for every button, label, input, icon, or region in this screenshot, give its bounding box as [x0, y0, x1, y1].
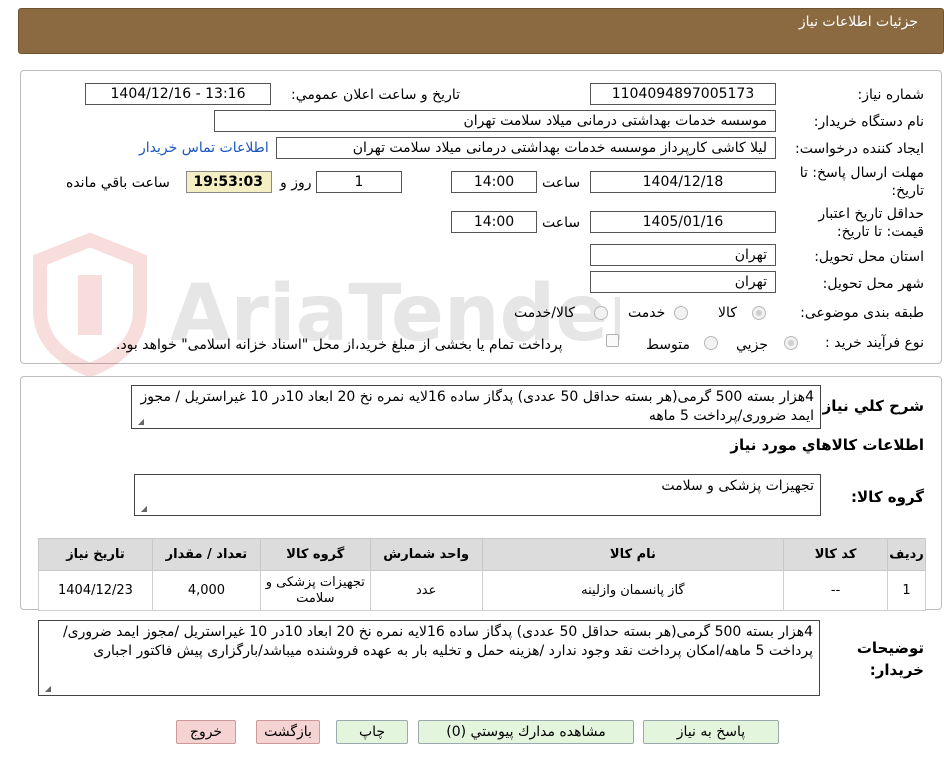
goods-table: ردیف کد کالا نام کالا واحد شمارش گروه کا…: [38, 538, 926, 611]
col-date: تاریخ نیاز: [38, 538, 153, 571]
buyer-notes-text: 4هزار بسته 500 گرمی(هر بسته حداقل 50 عدد…: [62, 624, 813, 659]
col-name: نام کالا: [481, 538, 785, 571]
col-code: کد کالا: [783, 538, 889, 571]
resize-grip-icon[interactable]: ◢: [43, 685, 51, 693]
cell-date: 1404/12/23: [38, 570, 153, 611]
need-number-field: 1104094897005173: [590, 83, 776, 105]
need-number-label: شماره نیاز:: [857, 87, 925, 103]
deadline-label: مهلت ارسال پاسخ: تا تاریخ:: [799, 165, 924, 199]
resize-grip-icon[interactable]: ◢: [136, 418, 144, 426]
requester-label: ایجاد کننده درخواست:: [795, 141, 924, 157]
buyer-org-field: موسسه خدمات بهداشتی درمانی میلاد سلامت ت…: [214, 110, 776, 132]
goods-group-label: گروه کالا:: [851, 488, 924, 506]
price-validity-date-field: 1405/01/16: [590, 211, 776, 233]
process-option-minor: جزیي: [736, 337, 768, 353]
goods-group-text: تجهیزات پزشکی و سلامت: [661, 478, 814, 494]
days-label: روز و: [280, 175, 312, 191]
summary-textarea[interactable]: 4هزار بسته 500 گرمی(هر بسته حداقل 50 عدد…: [131, 385, 821, 429]
summary-label: شرح کلي نیاز:: [816, 397, 924, 415]
province-field: تهران: [590, 244, 776, 266]
price-validity-time-field: 14:00: [451, 211, 537, 233]
deadline-date-field: 1404/12/18: [590, 171, 776, 193]
announce-label: تاریخ و ساعت اعلان عمومي:: [291, 87, 460, 103]
reply-button[interactable]: پاسخ به نیاز: [643, 720, 779, 744]
col-qty: تعداد / مقدار: [151, 538, 261, 571]
days-field: 1: [316, 171, 402, 193]
category-label: طبقه بندی موضوعی:: [800, 305, 924, 321]
cell-row: 1: [887, 570, 926, 611]
exit-button[interactable]: خروج: [176, 720, 236, 744]
view-attachments-button[interactable]: مشاهده مدارك پیوستي (0): [418, 720, 634, 744]
page-title: جزئیات اطلاعات نیاز: [798, 14, 918, 30]
category-option-service: خدمت: [628, 305, 666, 321]
price-validity-label: حداقل تاریخ اعتبار قیمت: تا تاریخ:: [818, 206, 924, 240]
city-field: تهران: [590, 271, 776, 293]
announce-field: 1404/12/16 - 13:16: [85, 83, 271, 105]
deadline-time-field: 14:00: [451, 171, 537, 193]
goods-group-textarea[interactable]: تجهیزات پزشکی و سلامت ◢: [134, 474, 821, 516]
buyer-notes-textarea[interactable]: 4هزار بسته 500 گرمی(هر بسته حداقل 50 عدد…: [38, 620, 820, 696]
buyer-org-label: نام دستگاه خریدار:: [813, 114, 924, 130]
category-option-goods: کالا: [718, 305, 737, 321]
print-button[interactable]: چاپ: [336, 720, 408, 744]
col-group: گروه کالا: [259, 538, 371, 571]
remaining-label: ساعت باقي مانده: [66, 175, 170, 191]
resize-grip-icon[interactable]: ◢: [139, 505, 147, 513]
process-radio-minor[interactable]: [784, 336, 798, 350]
table-header-row: ردیف کد کالا نام کالا واحد شمارش گروه کا…: [38, 538, 926, 571]
requester-field: لیلا کاشی کارپرداز موسسه خدمات بهداشتی د…: [276, 137, 776, 159]
process-option-medium: متوسط: [646, 337, 690, 353]
cell-code: --: [783, 570, 889, 611]
payment-note: پرداخت تمام یا بخشی از مبلغ خرید،از محل …: [116, 337, 563, 353]
table-row[interactable]: 1 -- گاز پانسمان وازلینه عدد تجهیزات پزش…: [38, 570, 926, 611]
cell-unit: عدد: [369, 570, 483, 611]
contact-buyer-link[interactable]: اطلاعات تماس خریدار: [139, 140, 269, 156]
col-unit: واحد شمارش: [369, 538, 483, 571]
remaining-timer: 19:53:03: [186, 171, 272, 193]
province-label: استان محل تحویل:: [814, 249, 924, 265]
process-radio-medium[interactable]: [704, 336, 718, 350]
category-radio-goods-service[interactable]: [594, 306, 608, 320]
city-label: شهر محل تحویل:: [822, 276, 924, 292]
cell-group: تجهیزات پزشکی و سلامت: [259, 570, 371, 611]
cell-name: گاز پانسمان وازلینه: [481, 570, 785, 611]
goods-section-title: اطلاعات کالاهاي مورد نیاز: [730, 436, 924, 454]
summary-text: 4هزار بسته 500 گرمی(هر بسته حداقل 50 عدد…: [140, 389, 814, 424]
col-row: ردیف: [887, 538, 926, 571]
category-radio-service[interactable]: [674, 306, 688, 320]
price-validity-time-label: ساعت: [542, 215, 581, 231]
process-label: نوع فرآیند خرید :: [825, 335, 924, 351]
deadline-time-label: ساعت: [542, 175, 581, 191]
category-radio-goods[interactable]: [752, 306, 766, 320]
category-option-goods-service: کالا/خدمت: [514, 305, 575, 321]
cell-qty: 4,000: [151, 570, 261, 611]
treasury-payment-checkbox[interactable]: [606, 334, 619, 347]
buyer-notes-label: توضیحات خریدار:: [856, 639, 924, 679]
back-button[interactable]: بازگشت: [256, 720, 320, 744]
